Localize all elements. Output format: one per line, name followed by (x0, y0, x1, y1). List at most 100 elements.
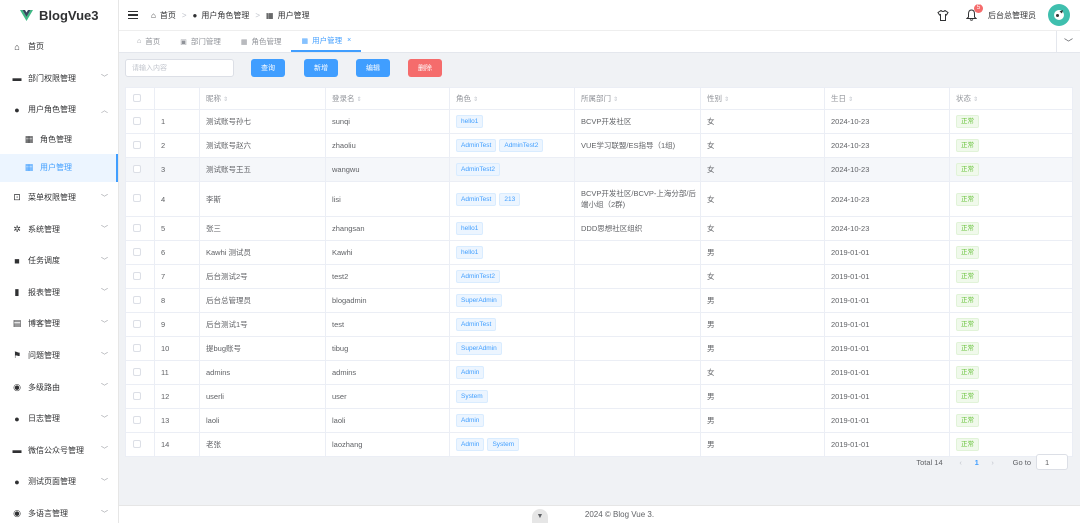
prev-page-icon[interactable]: ‹ (953, 458, 969, 467)
table-row[interactable]: 13 laoli laoli Admin 男 2019-01-01 正常 (125, 408, 1073, 433)
add-button[interactable]: 新增 (304, 59, 338, 77)
column-header-dept[interactable]: 所属部门 ⇕ (574, 87, 701, 110)
page-number[interactable]: 1 (969, 458, 985, 467)
column-header-birthday[interactable]: 生日 ⇕ (824, 87, 950, 110)
cell-gender: 男 (700, 384, 825, 409)
column-header-status[interactable]: 状态 ⇕ (949, 87, 1073, 110)
sidebar-item-task-scheduling[interactable]: ■ 任务调度 ﹀ (0, 245, 118, 277)
tab-role-management[interactable]: ▦ 角色管理 (231, 31, 292, 52)
select-all-checkbox[interactable] (133, 93, 141, 102)
column-header-nickname[interactable]: 昵称 ⇕ (199, 87, 326, 110)
sidebar-item-dept-permission[interactable]: ▬ 部门权限管理 ﹀ (0, 63, 118, 95)
row-checkbox[interactable] (133, 247, 141, 256)
tab-user-management[interactable]: ▦ 用户管理 × (291, 31, 362, 52)
status-badge: 正常 (956, 115, 979, 128)
table-row[interactable]: 11 admins admins Admin 女 2019-01-01 正常 (125, 360, 1073, 385)
tab-home[interactable]: ⌂ 首页 (127, 31, 170, 52)
sort-icon[interactable]: ⇕ (973, 97, 978, 103)
cell-gender: 男 (700, 288, 825, 313)
row-index: 3 (154, 157, 200, 182)
column-header-gender[interactable]: 性别 ⇕ (700, 87, 825, 110)
breadcrumb-item[interactable]: 首页 (160, 10, 176, 21)
sidebar-item-home[interactable]: ⌂ 首页 (0, 31, 118, 63)
hamburger-menu-icon[interactable] (128, 11, 138, 19)
row-checkbox[interactable] (133, 295, 141, 304)
sidebar-item-logs[interactable]: ● 日志管理 ﹀ (0, 403, 118, 435)
cell-login: user (325, 384, 450, 409)
cell-roles: SuperAdmin (449, 288, 575, 313)
goto-page-input[interactable] (1036, 454, 1068, 470)
sidebar-item-i18n[interactable]: ◉ 多语言管理 ﹀ (0, 498, 118, 523)
sort-icon[interactable]: ⇕ (473, 97, 478, 103)
row-index: 5 (154, 216, 200, 241)
row-checkbox[interactable] (133, 223, 141, 232)
cell-dept (574, 264, 701, 289)
table-row[interactable]: 9 后台测试1号 test AdminTest 男 2019-01-01 正常 (125, 312, 1073, 337)
table-row[interactable]: 8 后台总管理员 blogadmin SuperAdmin 男 2019-01-01 正常 (125, 288, 1073, 313)
breadcrumb-item[interactable]: 用户角色管理 (201, 10, 249, 21)
cell-status: 正常 (949, 360, 1073, 385)
sort-icon[interactable]: ⇕ (724, 97, 729, 103)
sort-icon[interactable]: ⇕ (848, 97, 853, 103)
sidebar-item-issues[interactable]: ⚑ 问题管理 ﹀ (0, 340, 118, 372)
sort-icon[interactable]: ⇕ (223, 97, 228, 103)
table-row[interactable]: 5 张三 zhangsan hello1 DDD思想社区组织女 2024-10-23 正常 (125, 216, 1073, 241)
next-page-icon[interactable]: › (985, 458, 1001, 467)
column-header-login[interactable]: 登录名 ⇕ (325, 87, 450, 110)
tab-dept-management[interactable]: ▣ 部门管理 (170, 31, 231, 52)
row-checkbox[interactable] (133, 343, 141, 352)
table-row[interactable]: 6 Kawhi 测试员 Kawhi hello1 男 2019-01-01 正常 (125, 240, 1073, 265)
sidebar-item-reports[interactable]: ▮ 报表管理 ﹀ (0, 277, 118, 309)
table-row[interactable]: 4 李斯 lisi AdminTest 213 BCVP开发社区/BCVP-上海分部/后端… (125, 181, 1073, 217)
cell-nickname: 测试账号王五 (199, 157, 326, 182)
footer: 2024 © Blog Vue 3. (119, 505, 1080, 523)
table-row[interactable]: 7 后台测试2号 test2 AdminTest2 女 2019-01-01 正常 (125, 264, 1073, 289)
table-row[interactable]: 3 测试账号王五 wangwu AdminTest2 女 2024-10-23 正常 (125, 157, 1073, 182)
bell-icon[interactable]: 5 (964, 4, 983, 22)
row-checkbox[interactable] (133, 194, 141, 202)
row-checkbox[interactable] (133, 319, 141, 328)
column-header-roles[interactable]: 角色 ⇕ (449, 87, 575, 110)
cell-login: laozhang (325, 432, 450, 457)
table-row[interactable]: 1 测试账号孙七 sunqi hello1 BCVP开发社区女 2024-10-23 正常 (125, 109, 1073, 134)
sidebar-item-user-role[interactable]: ● 用户角色管理 ︿ (0, 94, 118, 126)
sidebar-item-menu-permission[interactable]: ⊡ 菜单权限管理 ﹀ (0, 182, 118, 214)
sidebar-item-blog[interactable]: ▤ 博客管理 ﹀ (0, 308, 118, 340)
avatar[interactable] (1048, 4, 1070, 26)
row-checkbox[interactable] (133, 140, 141, 149)
table-row[interactable]: 12 userli user System 男 2019-01-01 正常 (125, 384, 1073, 409)
table-row[interactable]: 10 提bug账号 tibug SuperAdmin 男 2019-01-01 正常 (125, 336, 1073, 361)
user-name[interactable]: 后台总管理员 (988, 10, 1036, 21)
theme-shirt-icon[interactable] (936, 8, 950, 22)
footer-toggle-chevron-icon[interactable]: ▼ (532, 509, 548, 523)
sidebar-item-test-pages[interactable]: ● 测试页面管理 ﹀ (0, 466, 118, 498)
row-checkbox[interactable] (133, 391, 141, 400)
sidebar-item-role-management[interactable]: ▦ 角色管理 (0, 126, 118, 154)
cell-roles: Admin System (449, 432, 575, 457)
row-checkbox[interactable] (133, 271, 141, 280)
sidebar-item-user-management[interactable]: ▦ 用户管理 (0, 153, 118, 182)
cell-nickname: 老张 (199, 432, 326, 457)
sidebar-item-label: 多语言管理 (28, 509, 68, 519)
sidebar-item-wechat[interactable]: ▬ 微信公众号管理 ﹀ (0, 435, 118, 467)
close-icon[interactable]: × (347, 37, 351, 44)
row-checkbox[interactable] (133, 415, 141, 424)
query-button[interactable]: 查询 (251, 59, 285, 77)
delete-button[interactable]: 删除 (408, 59, 442, 77)
row-checkbox[interactable] (133, 439, 141, 448)
sort-icon[interactable]: ⇕ (613, 97, 618, 103)
tab-label: 用户管理 (312, 36, 343, 45)
logo[interactable]: BlogVue3 (0, 0, 118, 31)
sidebar-item-multilevel-route[interactable]: ◉ 多级路由 ﹀ (0, 371, 118, 403)
cell-dept: DDD思想社区组织 (574, 216, 701, 241)
cell-status: 正常 (949, 181, 1073, 217)
row-checkbox[interactable] (133, 164, 141, 173)
edit-button[interactable]: 编辑 (356, 59, 390, 77)
tabs-more-chevron-icon[interactable]: ﹀ (1056, 31, 1080, 53)
table-row[interactable]: 2 测试账号赵六 zhaoliu AdminTest AdminTest2 VUE学习联盟… (125, 133, 1073, 158)
row-checkbox[interactable] (133, 116, 141, 125)
search-input[interactable] (125, 59, 234, 77)
row-checkbox[interactable] (133, 367, 141, 376)
sort-icon[interactable]: ⇕ (357, 97, 362, 103)
sidebar-item-system[interactable]: ✲ 系统管理 ﹀ (0, 213, 118, 245)
